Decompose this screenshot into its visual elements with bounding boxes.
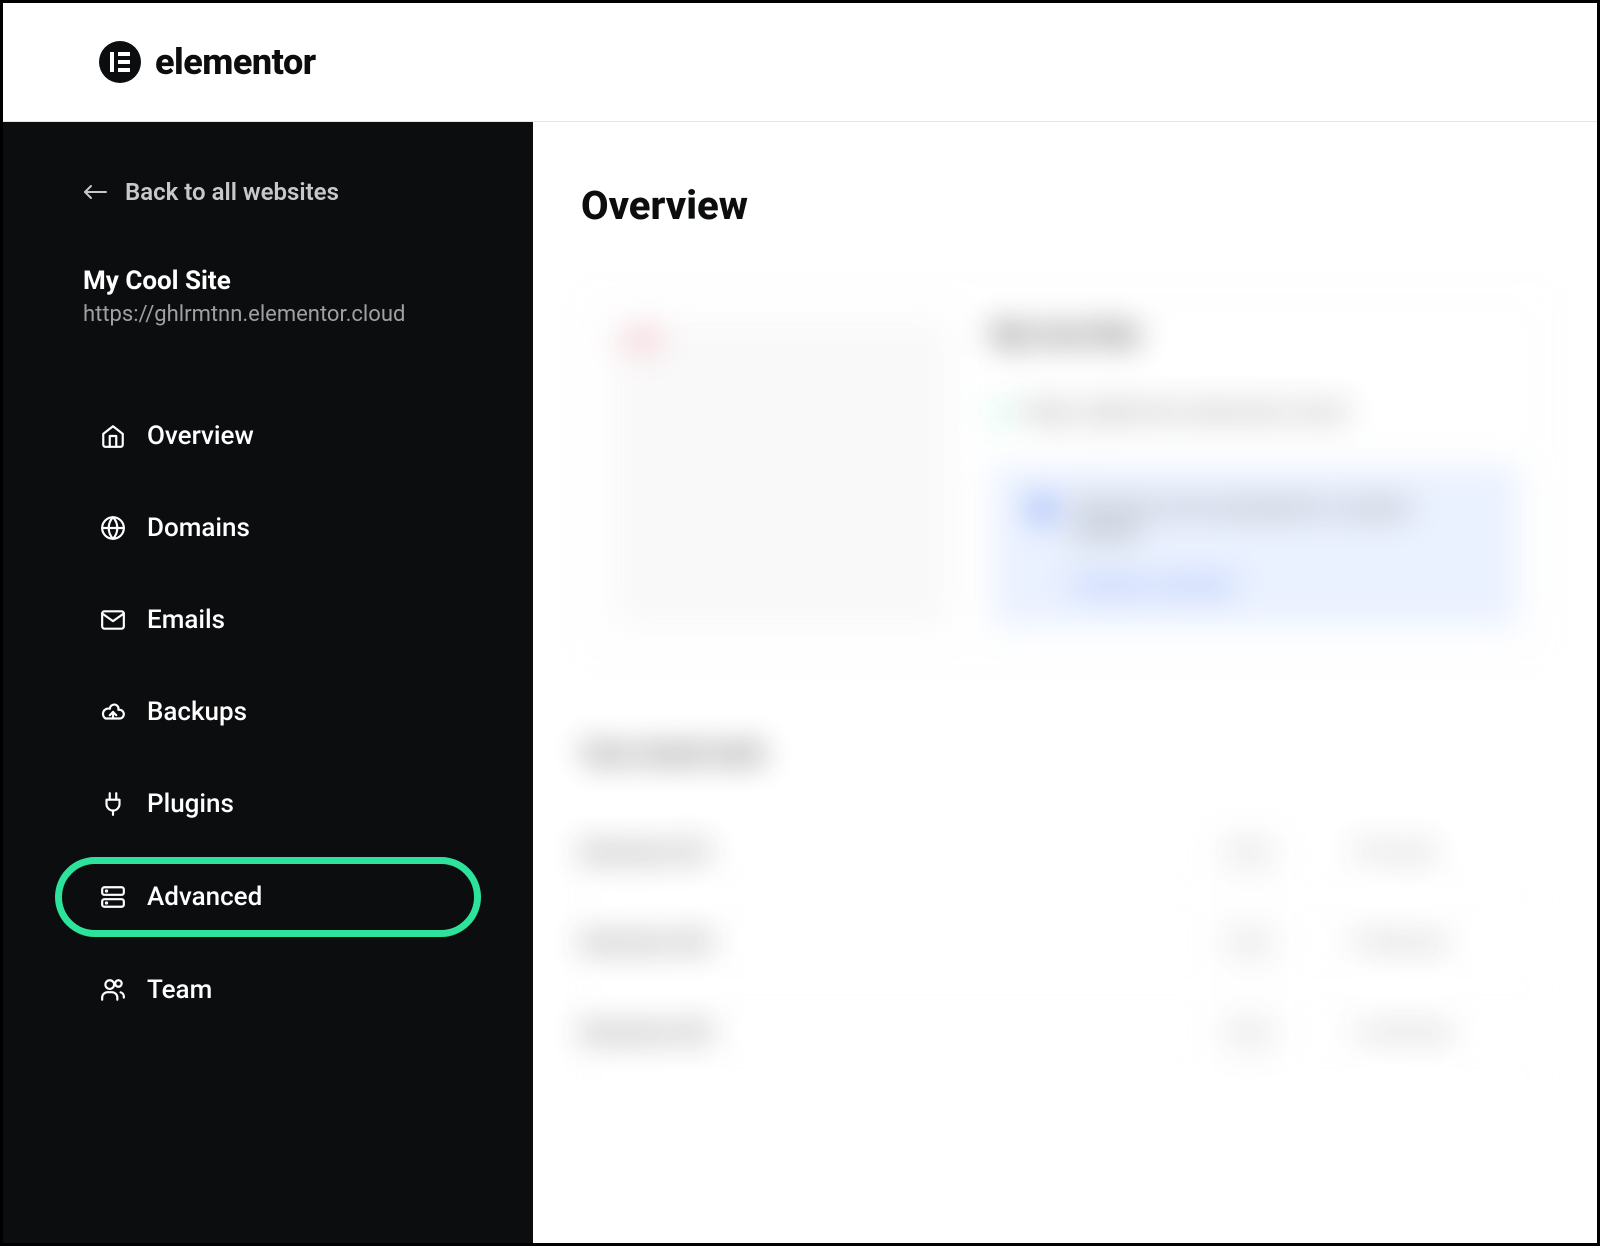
sidebar-item-label: Plugins (147, 789, 234, 819)
connect-domain-link[interactable]: Connect a domain (1072, 573, 1478, 597)
sidebar-item-backups[interactable]: Backups (55, 673, 481, 751)
table-row[interactable]: Elementor 002 Page 10 days ago (581, 897, 1549, 987)
row-time: 10 days ago (1349, 931, 1549, 952)
site-name: My Cool Site (83, 266, 453, 296)
main-panel: Overview LIVE My Cool Site https://ghlrm… (533, 122, 1597, 1243)
app-header: elementor (3, 3, 1597, 122)
site-thumbnail: LIVE (612, 320, 952, 628)
row-tag: Page (1149, 835, 1349, 868)
mail-icon (99, 606, 127, 634)
sidebar-item-emails[interactable]: Emails (55, 581, 481, 659)
table-row[interactable]: Elementor 001 Page 1 hour ago (581, 807, 1549, 897)
logo-mark-icon (99, 41, 141, 83)
card-site-url: https://ghlrmtnn.elementor.cloud (1024, 400, 1346, 425)
site-info-block: My Cool Site https://ghlrmtnn.elementor.… (3, 266, 533, 327)
back-link-label: Back to all websites (125, 178, 339, 206)
sidebar-item-label: Emails (147, 605, 225, 635)
row-name: Elementor 001 (581, 840, 1149, 864)
card-url-row: https://ghlrmtnn.elementor.cloud (992, 400, 1518, 425)
brand-name: elementor (155, 41, 316, 83)
sidebar-nav: Overview Domains Emails Backups (3, 397, 533, 1029)
recent-work-title: Your recent work (581, 739, 1549, 767)
site-overview-card: LIVE My Cool Site https://ghlrmtnn.eleme… (581, 289, 1549, 659)
sidebar-item-plugins[interactable]: Plugins (55, 765, 481, 843)
info-icon (1032, 499, 1052, 519)
app-body: Back to all websites My Cool Site https:… (3, 122, 1597, 1243)
sidebar-item-advanced[interactable]: Advanced (55, 857, 481, 937)
page-title: Overview (581, 182, 1549, 229)
back-to-websites-link[interactable]: Back to all websites (3, 178, 533, 206)
plug-icon (99, 790, 127, 818)
row-name: Elementor 003 (581, 1020, 1149, 1044)
sidebar-item-label: Advanced (147, 882, 262, 912)
site-status-badge: LIVE (622, 330, 659, 351)
team-icon (99, 976, 127, 1004)
site-details: My Cool Site https://ghlrmtnn.elementor.… (992, 320, 1518, 628)
home-icon (99, 422, 127, 450)
row-time: 1 hour ago (1349, 841, 1549, 862)
row-tag: Page (1149, 925, 1349, 958)
server-icon (99, 883, 127, 911)
brand-logo[interactable]: elementor (99, 41, 316, 83)
check-icon (992, 404, 1010, 422)
table-row[interactable]: Elementor 003 Page 1 month ago (581, 987, 1549, 1077)
sidebar-item-label: Domains (147, 513, 250, 543)
sidebar-item-label: Backups (147, 697, 247, 727)
row-time: 1 month ago (1349, 1021, 1549, 1042)
globe-icon (99, 514, 127, 542)
arrow-left-icon (83, 178, 107, 206)
domain-info-banner: This site is not connected to a custom d… (992, 465, 1518, 627)
row-tag: Page (1149, 1015, 1349, 1048)
sidebar-item-label: Overview (147, 421, 254, 451)
sidebar-item-label: Team (147, 975, 212, 1005)
sidebar: Back to all websites My Cool Site https:… (3, 122, 533, 1243)
blurred-preview-area: LIVE My Cool Site https://ghlrmtnn.eleme… (581, 289, 1549, 1077)
card-site-name: My Cool Site (992, 320, 1518, 350)
row-name: Elementor 002 (581, 930, 1149, 954)
site-url: https://ghlrmtnn.elementor.cloud (83, 302, 453, 327)
sidebar-item-overview[interactable]: Overview (55, 397, 481, 475)
cloud-icon (99, 698, 127, 726)
banner-text: This site is not connected to a custom d… (1072, 495, 1478, 543)
sidebar-item-domains[interactable]: Domains (55, 489, 481, 567)
sidebar-item-team[interactable]: Team (55, 951, 481, 1029)
